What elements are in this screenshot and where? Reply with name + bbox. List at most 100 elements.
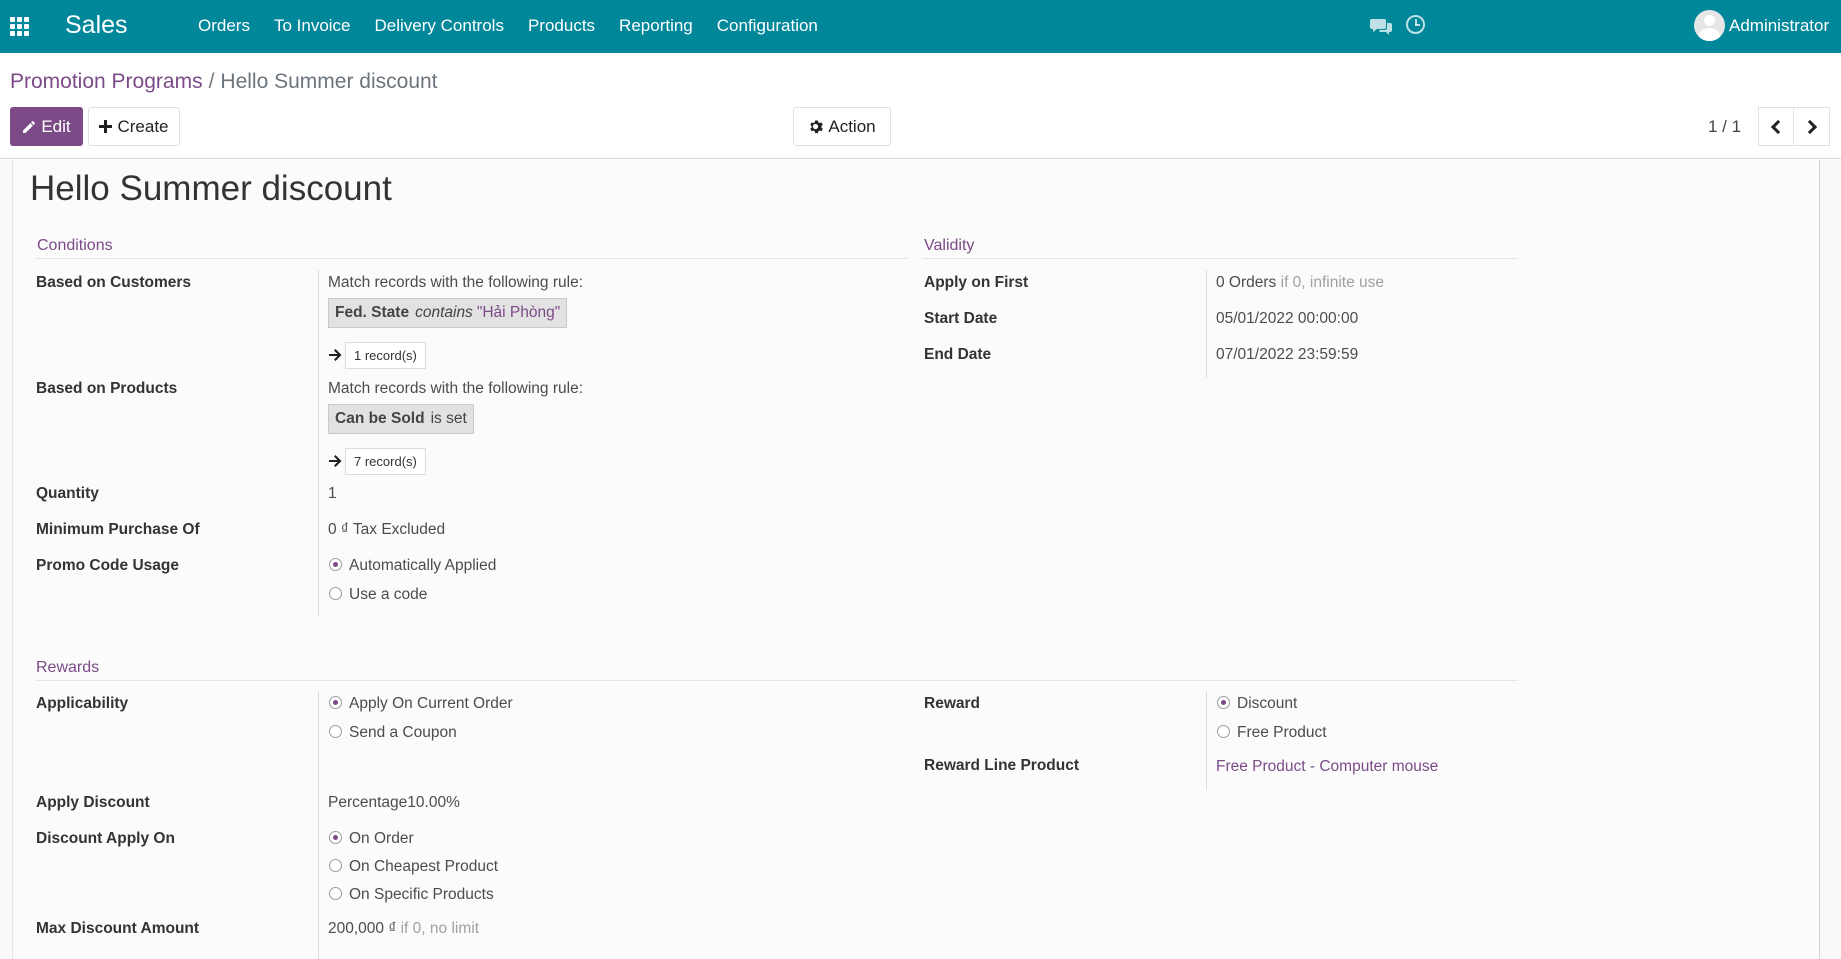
action-label: Action [828,116,876,136]
user-menu[interactable]: Administrator [1729,16,1829,36]
label-start-date: Start Date [924,310,998,327]
start-date-value: 05/01/2022 00:00:00 [1216,310,1359,327]
products-domain-chip[interactable]: Can be Sold is set [328,404,474,434]
record-title: Hello Summer discount [30,169,392,208]
label-end-date: End Date [924,346,992,363]
radio-label-apply-on-current-order[interactable]: Apply On Current Order [349,695,513,713]
radio-label-use-a-code[interactable]: Use a code [349,586,427,604]
radio-automatically-applied[interactable] [329,558,342,571]
pager-next-button[interactable] [1794,107,1830,146]
customers-domain-chip[interactable]: Fed. State contains "Hải Phòng" [328,298,568,328]
menu-reporting[interactable]: Reporting [619,16,693,36]
menu-orders[interactable]: Orders [198,16,250,36]
products-rule-operator: is set [430,410,467,427]
label-quantity: Quantity [36,485,99,502]
column-divider [318,270,319,616]
radio-send-a-coupon[interactable] [329,725,342,738]
plus-icon [99,120,113,133]
pager-value[interactable]: 1 / 1 [1708,117,1741,137]
menu-to-invoice[interactable]: To Invoice [274,16,351,36]
label-based-on-products: Based on Products [36,380,178,397]
chevron-left-icon [1770,119,1786,134]
customers-rule-text: Match records with the following rule: [328,274,584,291]
label-apply-discount: Apply Discount [36,794,150,811]
avatar[interactable] [1694,10,1725,41]
breadcrumb-current: Hello Summer discount [220,70,438,93]
scrollbar-track[interactable] [1819,160,1820,959]
end-date-value: 07/01/2022 23:59:59 [1216,346,1359,363]
reward-line-product-link[interactable]: Free Product - Computer mouse [1216,758,1438,776]
section-conditions: Conditions [37,237,113,254]
section-divider [35,258,908,259]
customers-rule-operator: contains [415,304,473,321]
radio-use-a-code[interactable] [329,587,342,600]
label-discount-apply-on: Discount Apply On [36,830,175,847]
menu-delivery-controls[interactable]: Delivery Controls [375,16,504,36]
main-menu: Orders To Invoice Delivery Controls Prod… [198,16,842,36]
radio-on-specific-products[interactable] [329,887,342,900]
max-discount-number: 200,000 ₫ [328,920,397,937]
column-divider [1206,270,1207,378]
label-apply-on-first: Apply on First [924,274,1029,291]
label-reward: Reward [924,695,980,712]
apply-on-first-number: 0 Orders [1216,274,1277,291]
radio-discount[interactable] [1217,696,1230,709]
radio-apply-on-current-order[interactable] [329,696,342,709]
radio-label-discount[interactable]: Discount [1237,695,1297,713]
arrow-right-icon [329,455,342,467]
menu-configuration[interactable]: Configuration [717,16,818,36]
customers-rule-value: "Hải Phòng" [476,304,561,321]
section-divider [922,258,1518,259]
edit-button[interactable]: Edit [10,107,83,146]
radio-free-product[interactable] [1217,725,1230,738]
label-max-discount-amount: Max Discount Amount [36,920,200,937]
breadcrumb-separator: / [208,70,215,93]
label-reward-line-product: Reward Line Product [924,757,1080,774]
breadcrumb-parent[interactable]: Promotion Programs [10,70,203,93]
products-rule-field: Can be Sold [335,410,425,427]
breadcrumb: Promotion Programs / Hello Summer discount [10,70,438,94]
radio-label-on-specific-products[interactable]: On Specific Products [349,886,494,904]
radio-on-order[interactable] [329,831,342,844]
max-discount-hint: if 0, no limit [400,920,479,937]
clock-icon[interactable] [1406,15,1425,34]
control-panel: Promotion Programs / Hello Summer discount… [0,53,1841,159]
products-rule-text: Match records with the following rule: [328,380,584,397]
label-based-on-customers: Based on Customers [36,274,192,291]
menu-products[interactable]: Products [528,16,595,36]
form-sheet [12,160,1820,959]
app-name[interactable]: Sales [65,11,128,40]
gear-icon [810,120,824,134]
radio-label-send-a-coupon[interactable]: Send a Coupon [349,724,457,742]
label-minimum-purchase: Minimum Purchase Of [36,521,200,538]
quantity-value: 1 [328,485,337,502]
apply-on-first-value: 0 Orders if 0, infinite use [1216,274,1384,292]
create-button[interactable]: Create [88,107,180,146]
customers-rule-field: Fed. State [335,304,410,321]
action-button[interactable]: Action [793,107,891,146]
create-label: Create [117,116,169,136]
chevron-right-icon [1802,119,1817,134]
top-navbar: Sales Orders To Invoice Delivery Control… [0,0,1841,53]
radio-label-automatically-applied[interactable]: Automatically Applied [349,557,496,575]
customers-records-button[interactable]: 1 record(s) [345,342,426,369]
apply-on-first-hint: if 0, infinite use [1280,274,1385,291]
radio-label-free-product[interactable]: Free Product [1237,724,1327,742]
max-discount-value: 200,000 ₫ if 0, no limit [328,920,479,938]
pager-previous-button[interactable] [1758,107,1794,146]
chat-icon[interactable] [1370,17,1392,35]
apps-grid-icon[interactable] [10,17,29,36]
section-divider [35,680,1518,681]
radio-label-on-cheapest-product[interactable]: On Cheapest Product [349,858,498,876]
radio-label-on-order[interactable]: On Order [349,830,414,848]
label-applicability: Applicability [36,695,129,712]
section-rewards: Rewards [36,659,100,676]
radio-on-cheapest-product[interactable] [329,859,342,872]
label-promo-code-usage: Promo Code Usage [36,557,179,574]
section-validity: Validity [924,237,975,254]
products-records-button[interactable]: 7 record(s) [345,448,426,475]
pencil-icon [23,120,36,133]
arrow-right-icon [329,349,342,361]
column-divider [1206,692,1207,790]
apply-discount-value: Percentage10.00% [328,794,460,811]
